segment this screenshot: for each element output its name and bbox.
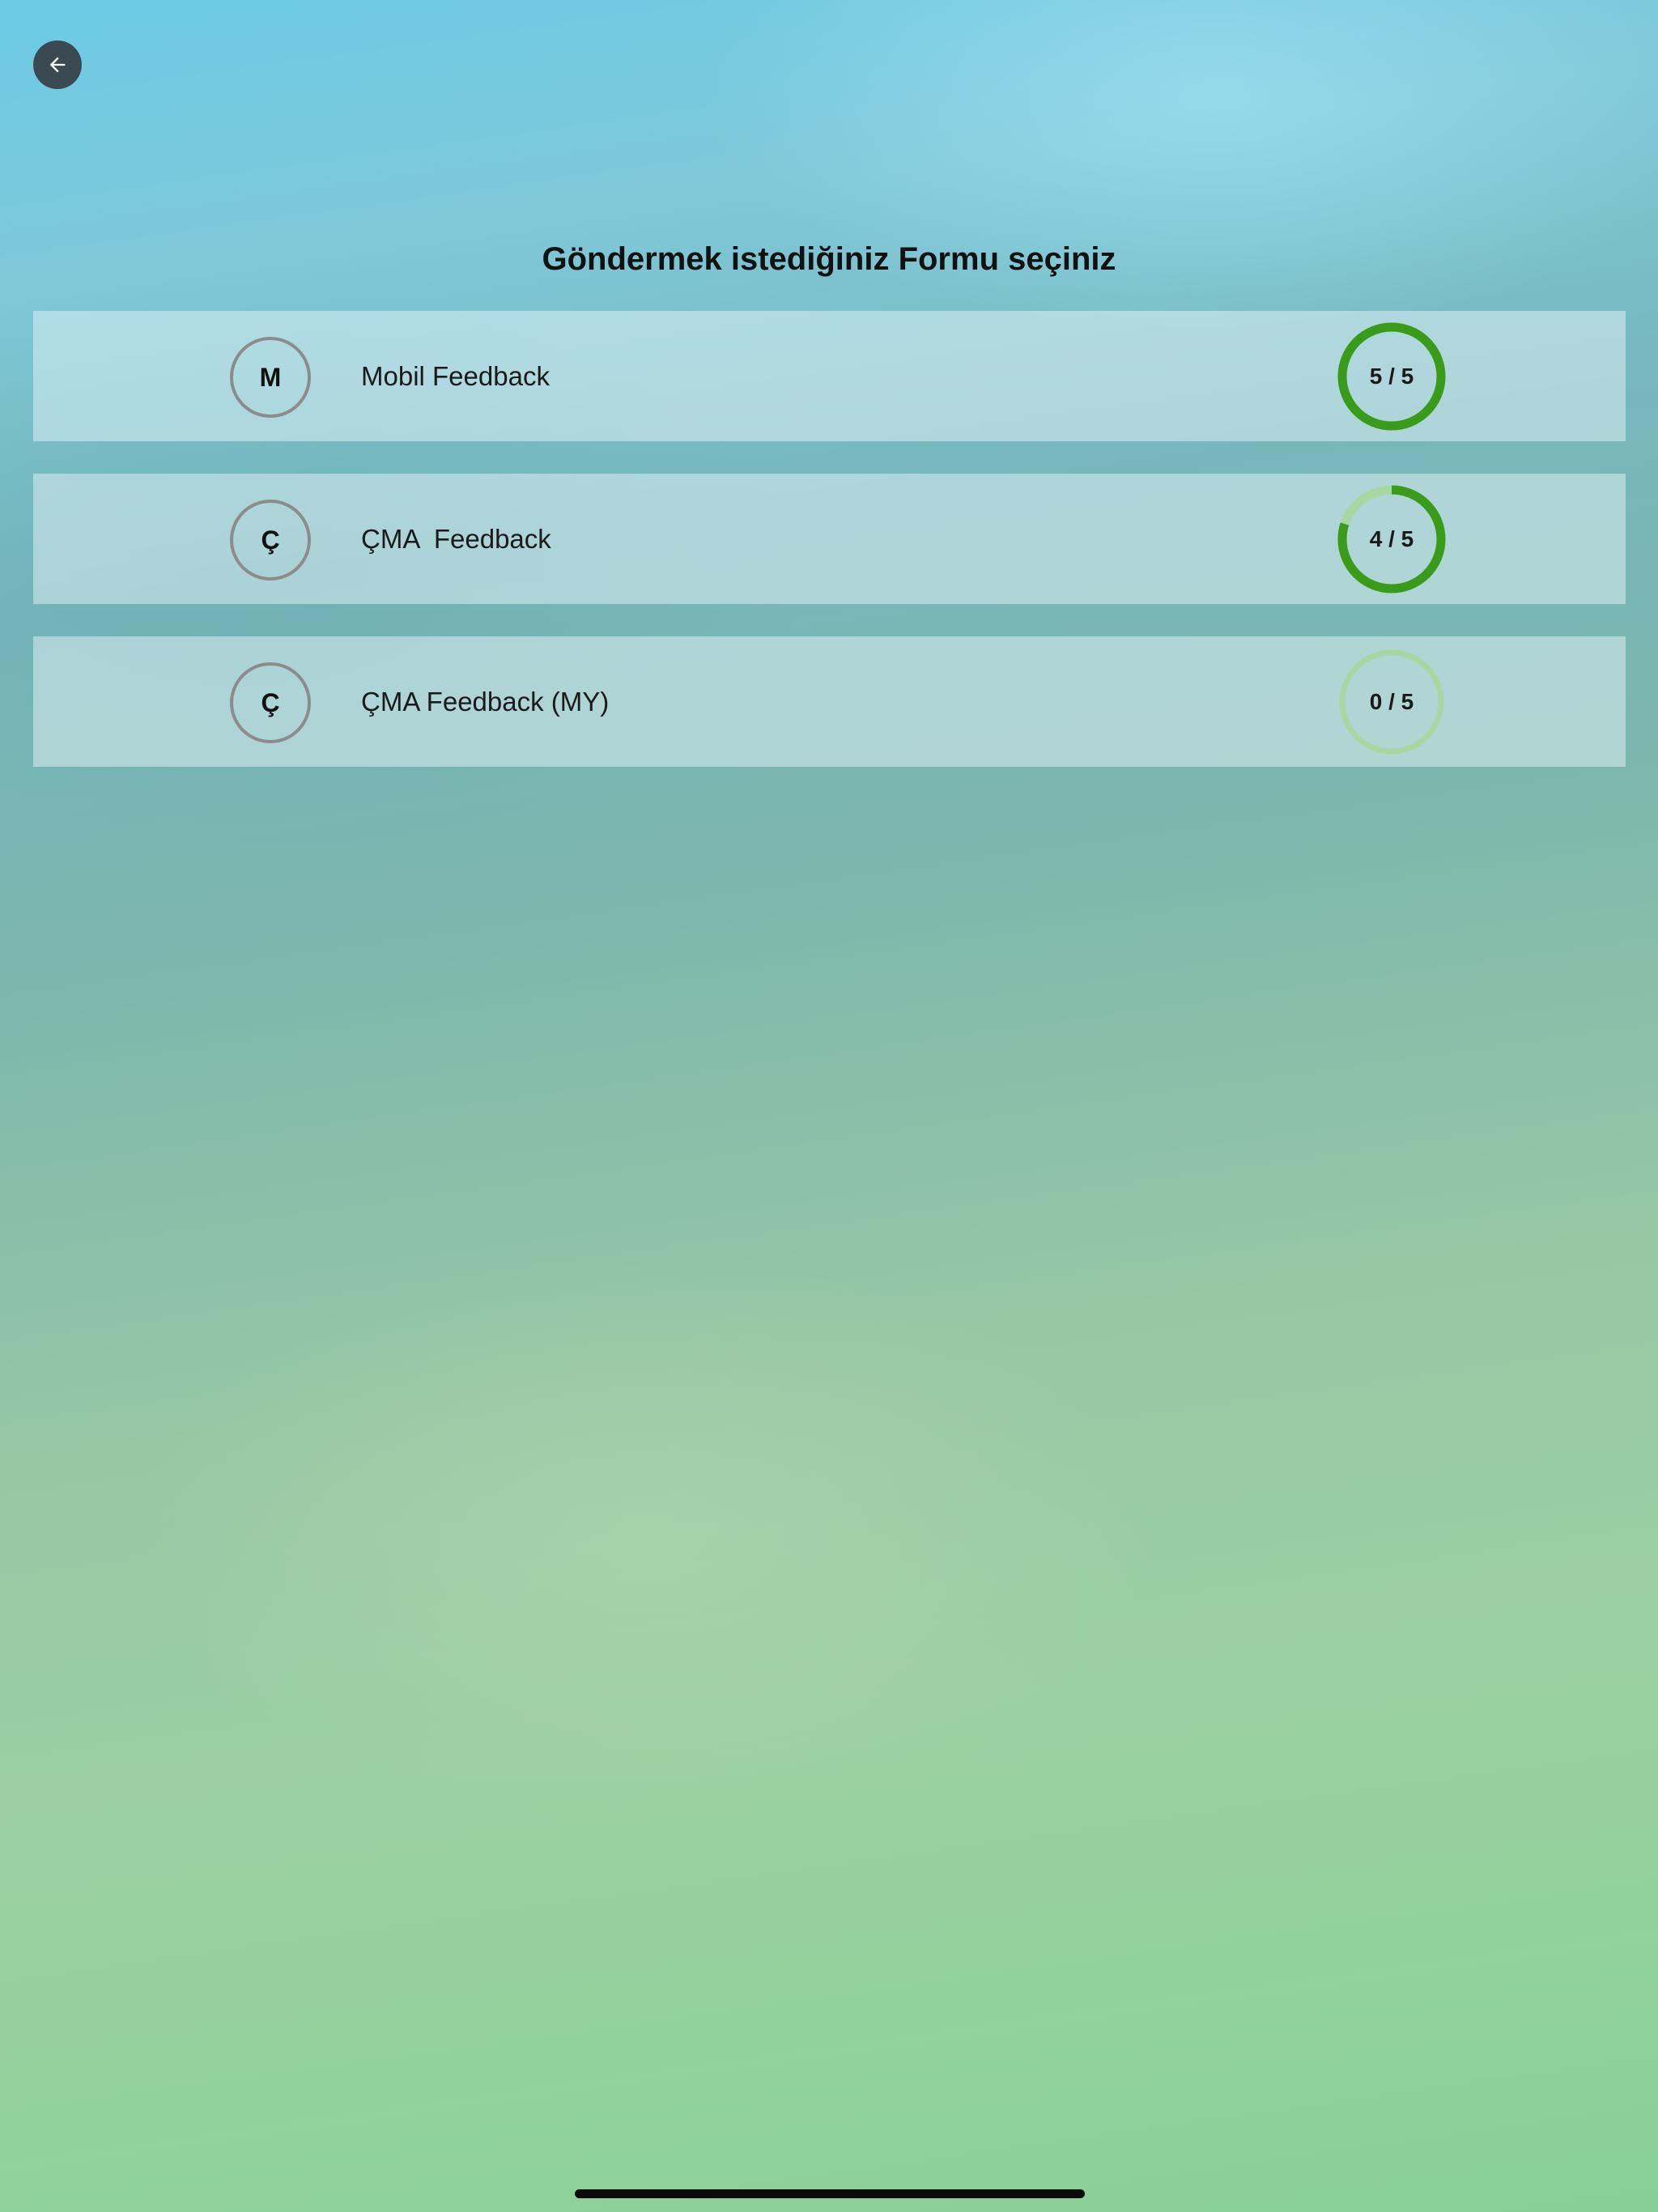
progress-text: 5 / 5 bbox=[1369, 364, 1414, 389]
page-title: Göndermek istediğiniz Formu seçiniz bbox=[542, 241, 1116, 277]
form-name: Mobil Feedback bbox=[361, 361, 550, 391]
form-item-cma-feedback-my[interactable]: Ç ÇMA Feedback (MY) 0 / 5 bbox=[33, 636, 1626, 767]
form-avatar: Ç bbox=[230, 662, 311, 743]
progress-text: 0 / 5 bbox=[1369, 689, 1414, 714]
arrow-left-icon bbox=[49, 57, 66, 73]
home-indicator bbox=[575, 2189, 1085, 2198]
form-avatar: Ç bbox=[230, 500, 311, 581]
progress-ring: 0 / 5 bbox=[1336, 646, 1448, 758]
form-name: ÇMA Feedback bbox=[361, 524, 551, 554]
form-item-cma-feedback[interactable]: Ç ÇMA Feedback 4 / 5 bbox=[33, 474, 1626, 604]
form-avatar: M bbox=[230, 337, 311, 418]
form-list: M Mobil Feedback 5 / 5 Ç ÇMA Feedback 4 … bbox=[33, 311, 1626, 799]
progress-text: 4 / 5 bbox=[1369, 526, 1414, 551]
progress-ring: 5 / 5 bbox=[1336, 321, 1448, 432]
form-item-mobil-feedback[interactable]: M Mobil Feedback 5 / 5 bbox=[33, 311, 1626, 441]
back-button[interactable] bbox=[33, 40, 82, 89]
form-name: ÇMA Feedback (MY) bbox=[361, 687, 610, 717]
progress-ring: 4 / 5 bbox=[1336, 483, 1448, 595]
